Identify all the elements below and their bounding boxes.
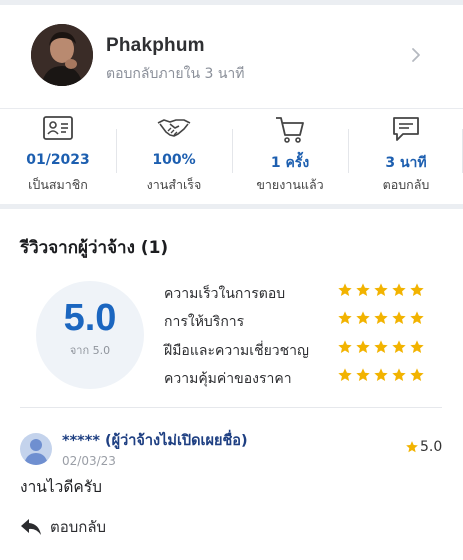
review-rating-value: 5.0 <box>420 439 443 455</box>
star-rating <box>337 282 425 298</box>
reply-button[interactable]: ตอบกลับ <box>20 515 106 539</box>
criterion-label: ฝีมือและความเชี่ยวชาญ <box>164 343 309 359</box>
stat-label: ตอบกลับ <box>382 177 430 192</box>
reviewer-name: ***** (ผู้ว่าจ้างไม่เปิดเผยชื่อ) <box>62 433 248 449</box>
star-icon <box>392 311 406 324</box>
criterion-response-speed: ความเร็วในการตอบ <box>164 282 434 304</box>
stat-label: เป็นสมาชิก <box>28 177 88 192</box>
chat-icon <box>393 117 419 141</box>
star-icon <box>410 283 424 296</box>
seller-name[interactable]: Phakphum <box>106 35 205 57</box>
stat-member-since: 01/2023 เป็นสมาชิก <box>0 109 116 204</box>
reply-icon <box>21 519 41 535</box>
seller-avatar[interactable] <box>31 24 93 86</box>
criterion-service: การให้บริการ <box>164 310 434 332</box>
star-rating <box>337 367 425 383</box>
star-icon <box>374 311 388 324</box>
star-icon <box>338 340 352 353</box>
chevron-right-icon[interactable] <box>408 47 424 63</box>
reviewer-avatar <box>20 433 52 465</box>
response-time: ตอบกลับภายใน 3 นาที <box>106 66 245 82</box>
score-subtitle: จาก 5.0 <box>69 344 111 357</box>
stat-value: 01/2023 <box>26 152 90 168</box>
star-icon <box>406 441 418 453</box>
seller-profile-card: Phakphum ตอบกลับภายใน 3 นาที 01/2023 เป็… <box>0 5 463 204</box>
star-icon <box>338 311 352 324</box>
star-rating <box>337 310 425 326</box>
star-icon <box>410 368 424 381</box>
star-icon <box>374 340 388 353</box>
stat-value: 1 ครั้ง <box>270 155 310 171</box>
star-icon <box>374 283 388 296</box>
star-icon <box>374 368 388 381</box>
star-icon <box>410 311 424 324</box>
divider <box>20 407 442 408</box>
stat-label: ขายงานแล้ว <box>256 177 324 192</box>
handshake-icon <box>157 119 191 137</box>
star-icon <box>356 311 370 324</box>
criterion-expertise: ฝีมือและความเชี่ยวชาญ <box>164 339 434 361</box>
reply-label: ตอบกลับ <box>50 518 107 536</box>
overall-score: 5.0 จาก 5.0 <box>36 281 144 389</box>
stat-label: งานสำเร็จ <box>146 177 202 192</box>
star-icon <box>338 368 352 381</box>
star-icon <box>392 368 406 381</box>
star-icon <box>356 283 370 296</box>
user-icon <box>24 439 48 465</box>
cart-icon <box>276 117 304 143</box>
criterion-label: ความเร็วในการตอบ <box>164 286 286 302</box>
star-icon <box>356 368 370 381</box>
star-icon <box>410 340 424 353</box>
star-rating <box>337 339 425 355</box>
review-text: งานไวดีครับ <box>20 478 102 496</box>
id-card-icon <box>43 116 73 140</box>
star-icon <box>356 340 370 353</box>
star-icon <box>338 283 352 296</box>
criterion-label: ความคุ้มค่าของราคา <box>164 371 292 387</box>
stat-success-rate: 100% งานสำเร็จ <box>116 109 232 204</box>
star-icon <box>392 340 406 353</box>
criterion-label: การให้บริการ <box>164 314 245 330</box>
review-date: 02/03/23 <box>62 454 116 468</box>
stat-value: 100% <box>152 152 196 168</box>
stat-value: 3 นาที <box>385 155 427 171</box>
criterion-value-for-money: ความคุ้มค่าของราคา <box>164 367 434 389</box>
reviews-section: รีวิวจากผู้ว่าจ้าง (1) 5.0 จาก 5.0 ความเ… <box>0 209 463 560</box>
score-value: 5.0 <box>63 297 117 339</box>
stat-response-time: 3 นาที ตอบกลับ <box>348 109 463 204</box>
star-icon <box>392 283 406 296</box>
seller-stats: 01/2023 เป็นสมาชิก 100% งานสำเร็จ 1 ครั้… <box>0 109 463 204</box>
review-rating: 5.0 <box>405 439 442 455</box>
reviews-title: รีวิวจากผู้ว่าจ้าง (1) <box>20 238 169 258</box>
stat-jobs-sold: 1 ครั้ง ขายงานแล้ว <box>232 109 348 204</box>
